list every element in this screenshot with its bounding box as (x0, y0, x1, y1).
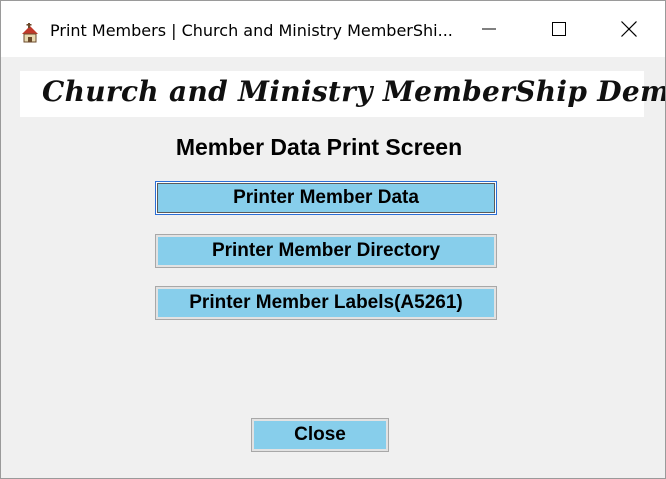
app-icon[interactable] (19, 22, 41, 44)
print-member-data-label: Printer Member Data (233, 187, 419, 208)
minimize-button[interactable] (454, 1, 524, 57)
print-member-directory-label: Printer Member Directory (211, 240, 441, 261)
banner-title: Church and Ministry MemberShip Demo (42, 75, 666, 108)
minimize-icon (482, 28, 496, 30)
close-button-label: Close (294, 424, 346, 445)
page-title: Member Data Print Screen (175, 134, 463, 160)
app-banner: Church and Ministry MemberShip Demo (20, 71, 665, 117)
print-member-labels-button[interactable]: Printer Member Labels(A5261) (155, 286, 497, 320)
close-icon (621, 21, 637, 37)
print-member-data-button[interactable]: Printer Member Data (155, 181, 497, 215)
window-title: Print Members | Church and Ministry Memb… (50, 21, 453, 40)
print-member-directory-button[interactable]: Printer Member Directory (155, 234, 497, 268)
print-member-labels-label: Printer Member Labels(A5261) (189, 292, 463, 313)
close-window-button[interactable] (594, 1, 664, 57)
maximize-button[interactable] (524, 1, 594, 57)
print-members-window: Print Members | Church and Ministry Memb… (0, 0, 666, 479)
maximize-icon (552, 22, 566, 36)
close-button[interactable]: Close (251, 418, 389, 452)
title-bar[interactable]: Print Members | Church and Ministry Memb… (1, 1, 665, 57)
